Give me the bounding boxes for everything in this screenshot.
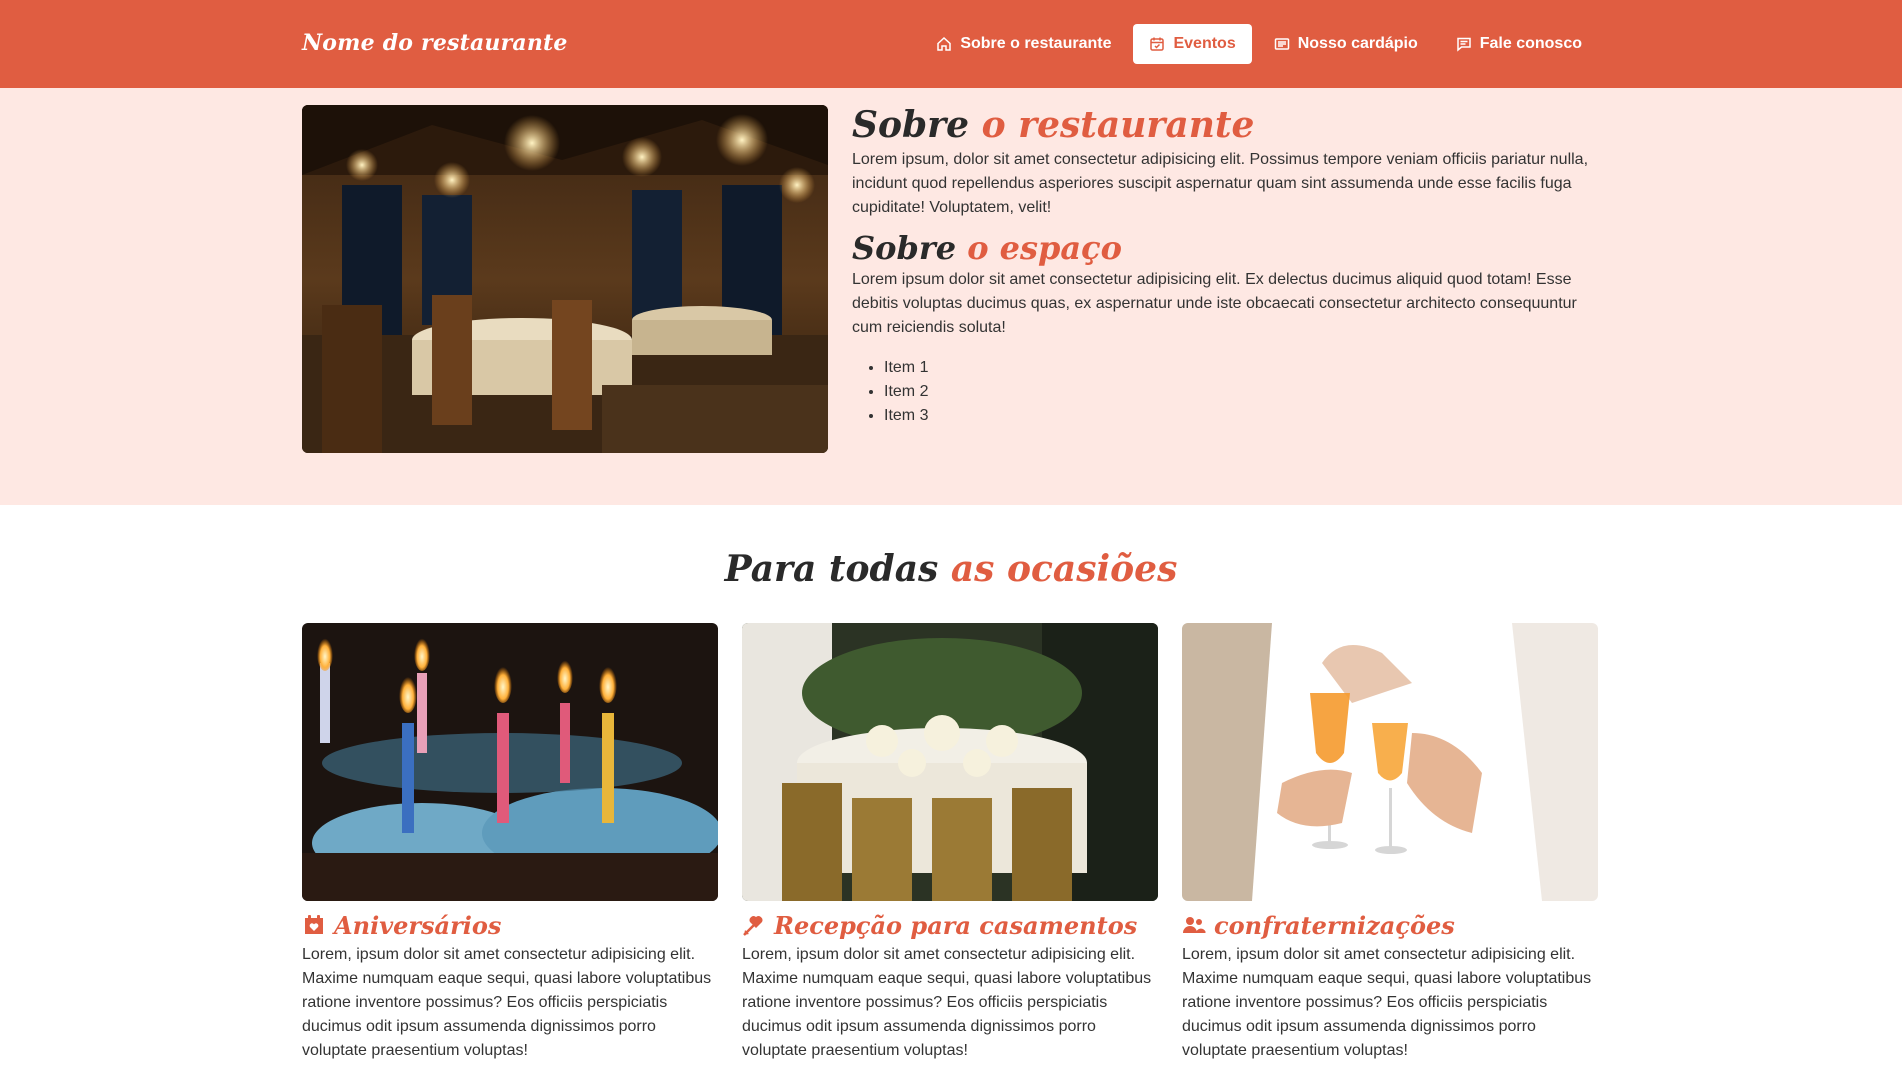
- wedding-table-image: [742, 623, 1158, 901]
- home-icon: [937, 36, 952, 51]
- users-icon: [1183, 917, 1206, 933]
- nav-item-eventos[interactable]: Eventos: [1133, 24, 1252, 64]
- chat-icon: [1457, 37, 1471, 52]
- occasions-title: Para todas as ocasiões: [724, 548, 1178, 590]
- card-title: confraternizações: [1182, 909, 1598, 941]
- list-item: Item 3: [884, 404, 1600, 428]
- about-content: Sobre o restaurante Lorem ipsum, dolor s…: [852, 102, 1600, 428]
- card-title: Recepção para casamentos: [742, 909, 1158, 941]
- cupid-arrow-icon: [743, 916, 763, 936]
- calendar-icon: [1150, 37, 1165, 51]
- nav-item-label: Nosso cardápio: [1297, 35, 1418, 52]
- nav-item-label: Eventos: [1173, 35, 1236, 52]
- card-text: Lorem, ipsum dolor sit amet consectetur …: [302, 946, 712, 1059]
- card-wedding: Recepção para casamentos Lorem, ipsum do…: [742, 623, 1158, 1063]
- space-items-list: Item 1 Item 2 Item 3: [852, 356, 1600, 428]
- nav-item-cardapio[interactable]: Nosso cardápio: [1258, 24, 1434, 64]
- space-title: Sobre o espaço: [852, 229, 1122, 267]
- list-item: Item 2: [884, 380, 1600, 404]
- card-text: Lorem, ipsum dolor sit amet consectetur …: [1182, 946, 1592, 1059]
- about-paragraph: Lorem ipsum, dolor sit amet consectetur …: [852, 151, 1589, 216]
- birthday-cupcakes-image: [302, 623, 718, 901]
- list-item: Item 1: [884, 356, 1600, 380]
- card-title: Aniversários: [302, 909, 718, 941]
- space-paragraph: Lorem ipsum dolor sit amet consectetur a…: [852, 271, 1577, 336]
- about-section: Sobre o restaurante Lorem ipsum, dolor s…: [0, 88, 1902, 505]
- about-title: Sobre o restaurante: [852, 104, 1255, 146]
- toast-drinks-image: [1182, 623, 1598, 901]
- calendar-heart-icon: [305, 915, 323, 934]
- card-birthday: Aniversários Lorem, ipsum dolor sit amet…: [302, 623, 718, 1063]
- restaurant-interior-image: [302, 105, 828, 453]
- main-nav: Sobre o restaurante Eventos Nosso cardáp…: [920, 24, 1598, 64]
- navbar: Nome do restaurante Sobre o restaurante …: [0, 0, 1902, 88]
- nav-item-contato[interactable]: Fale conosco: [1440, 24, 1598, 64]
- card-gatherings: confraternizações Lorem, ipsum dolor sit…: [1182, 623, 1598, 1063]
- menu-list-icon: [1274, 38, 1289, 50]
- nav-item-sobre[interactable]: Sobre o restaurante: [920, 24, 1127, 64]
- card-text: Lorem, ipsum dolor sit amet consectetur …: [742, 946, 1152, 1059]
- nav-item-label: Fale conosco: [1479, 35, 1582, 52]
- nav-item-label: Sobre o restaurante: [960, 35, 1112, 52]
- brand-logo[interactable]: Nome do restaurante: [302, 30, 568, 56]
